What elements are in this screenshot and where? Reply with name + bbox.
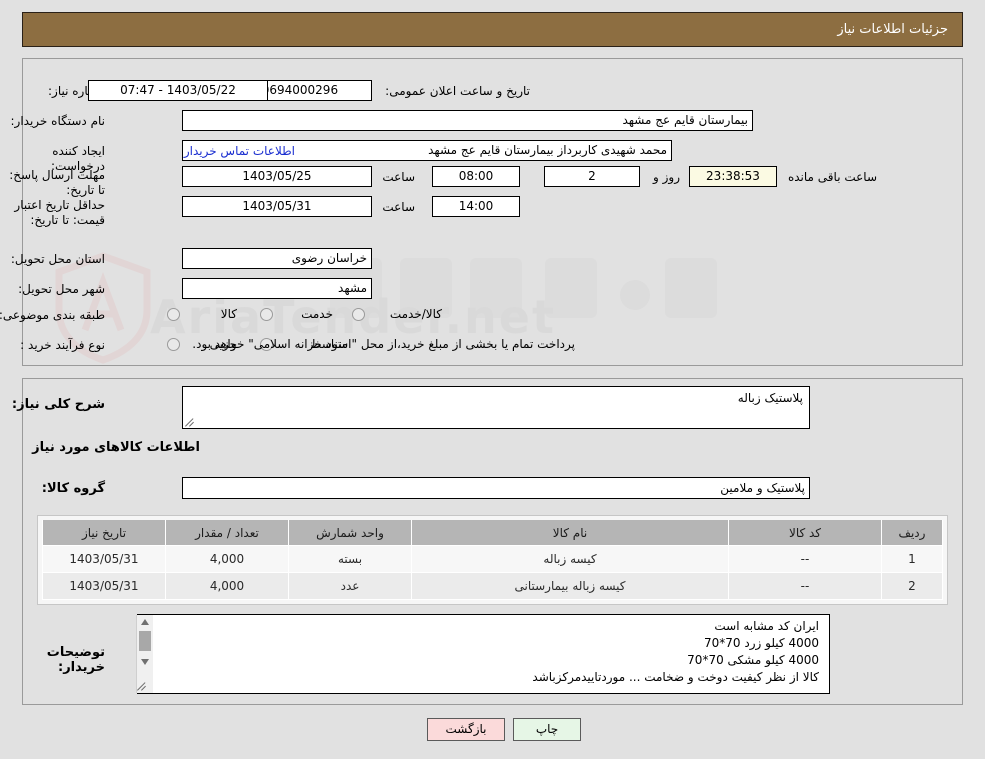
radio-process-jozii[interactable]: [167, 338, 180, 351]
goods-table-container: ردیف کد کالا نام کالا واحد شمارش تعداد /…: [37, 515, 948, 605]
cell-name: کیسه زباله بیمارستانی: [411, 572, 729, 600]
subject-category-label: طبقه بندی موضوعی:: [0, 308, 105, 322]
goods-section-title: اطلاعات کالاهای مورد نیاز: [32, 440, 200, 455]
cell-qty: 4,000: [165, 572, 289, 600]
price-validity-date: 1403/05/31: [182, 196, 372, 217]
response-deadline-label: مهلت ارسال پاسخ: تا تاریخ:: [9, 168, 105, 197]
scroll-down-arrow-icon[interactable]: [137, 655, 153, 669]
buyer-org-label: نام دستگاه خریدار:: [10, 114, 106, 128]
buyer-notes-scrollbar[interactable]: [136, 615, 153, 693]
purchase-process-label: نوع فرآیند خرید :: [20, 338, 105, 352]
goods-group-value: پلاستیک و ملامین: [182, 477, 810, 499]
cell-row: 1: [881, 545, 943, 573]
delivery-city-label: شهر محل تحویل:: [18, 282, 105, 296]
page-header-bar: جزئیات اطلاعات نیاز: [22, 12, 963, 47]
col-header-qty: تعداد / مقدار: [165, 520, 289, 546]
delivery-city-value: مشهد: [182, 278, 372, 299]
page-title: جزئیات اطلاعات نیاز: [837, 22, 948, 37]
buyer-notes-line: 4000 کیلو زرد 70*70: [704, 636, 819, 650]
need-summary-label: شرح کلی نیاز:: [11, 397, 105, 412]
cell-code: --: [728, 545, 882, 573]
scroll-up-arrow-icon[interactable]: [137, 615, 153, 629]
remaining-days-label: روز و: [653, 170, 680, 184]
scrollbar-thumb[interactable]: [139, 631, 151, 651]
col-header-date: تاریخ نیاز: [42, 520, 166, 546]
announce-datetime-label: تاریخ و ساعت اعلان عمومی:: [385, 84, 530, 98]
response-deadline-hour-label: ساعت: [382, 170, 415, 184]
cell-row: 2: [881, 572, 943, 600]
buyer-notes-label: توضیحات خریدار:: [46, 645, 105, 675]
table-header-row: ردیف کد کالا نام کالا واحد شمارش تعداد /…: [42, 520, 943, 546]
col-header-name: نام کالا: [411, 520, 729, 546]
treasury-bonds-note: پرداخت تمام یا بخشی از مبلغ خرید،از محل …: [192, 337, 575, 351]
response-deadline-date: 1403/05/25: [182, 166, 372, 187]
response-deadline-hour: 08:00: [432, 166, 520, 187]
price-validity-hour-label: ساعت: [382, 200, 415, 214]
buyer-notes-line: 4000 کیلو مشکی 70*70: [687, 653, 819, 667]
cell-date: 1403/05/31: [42, 572, 166, 600]
cell-unit: بسته: [288, 545, 412, 573]
radio-category-kala-khedmat-label: کالا/خدمت: [389, 307, 442, 321]
radio-category-khedmat-label: خدمت: [301, 307, 333, 321]
need-summary-value: پلاستیک زباله: [737, 391, 803, 405]
remaining-time-label: ساعت باقی مانده: [787, 170, 877, 184]
cell-name: کیسه زباله: [411, 545, 729, 573]
buyer-org-value: بیمارستان قایم عج مشهد: [182, 110, 753, 131]
cell-date: 1403/05/31: [42, 545, 166, 573]
remaining-days-value: 2: [544, 166, 640, 187]
announce-datetime-value: 1403/05/22 - 07:47: [88, 80, 268, 101]
radio-category-kala[interactable]: [167, 308, 180, 321]
goods-group-label: گروه کالا:: [41, 481, 105, 496]
cell-unit: عدد: [288, 572, 412, 600]
cell-code: --: [728, 572, 882, 600]
col-header-row: ردیف: [881, 520, 943, 546]
print-button[interactable]: چاپ: [513, 718, 581, 741]
remaining-time-countdown: 23:38:53: [689, 166, 777, 187]
buyer-notes-line: ایران کد مشابه است: [714, 619, 819, 633]
radio-category-kala-khedmat[interactable]: [352, 308, 365, 321]
buyer-contact-link[interactable]: اطلاعات تماس خریدار: [184, 144, 295, 158]
radio-category-kala-label: کالا: [220, 307, 237, 321]
buyer-notes-line: کالا از نظر کیفیت دوخت و ضخامت ... موردت…: [532, 670, 819, 684]
price-validity-label: حداقل تاریخ اعتبار قیمت: تا تاریخ:: [14, 198, 105, 227]
back-button[interactable]: بازگشت: [427, 718, 505, 741]
need-summary-textarea[interactable]: پلاستیک زباله: [182, 386, 810, 429]
col-header-unit: واحد شمارش: [288, 520, 412, 546]
price-validity-hour: 14:00: [432, 196, 520, 217]
radio-category-khedmat[interactable]: [260, 308, 273, 321]
buyer-notes-textarea[interactable]: ایران کد مشابه است 4000 کیلو زرد 70*70 4…: [137, 614, 830, 694]
table-row: 2 -- کیسه زباله بیمارستانی عدد 4,000 140…: [42, 572, 943, 600]
table-row: 1 -- کیسه زباله بسته 4,000 1403/05/31: [42, 545, 943, 573]
col-header-code: کد کالا: [728, 520, 882, 546]
delivery-province-value: خراسان رضوی: [182, 248, 372, 269]
delivery-province-label: استان محل تحویل:: [10, 252, 105, 266]
cell-qty: 4,000: [165, 545, 289, 573]
goods-table: ردیف کد کالا نام کالا واحد شمارش تعداد /…: [42, 520, 943, 600]
